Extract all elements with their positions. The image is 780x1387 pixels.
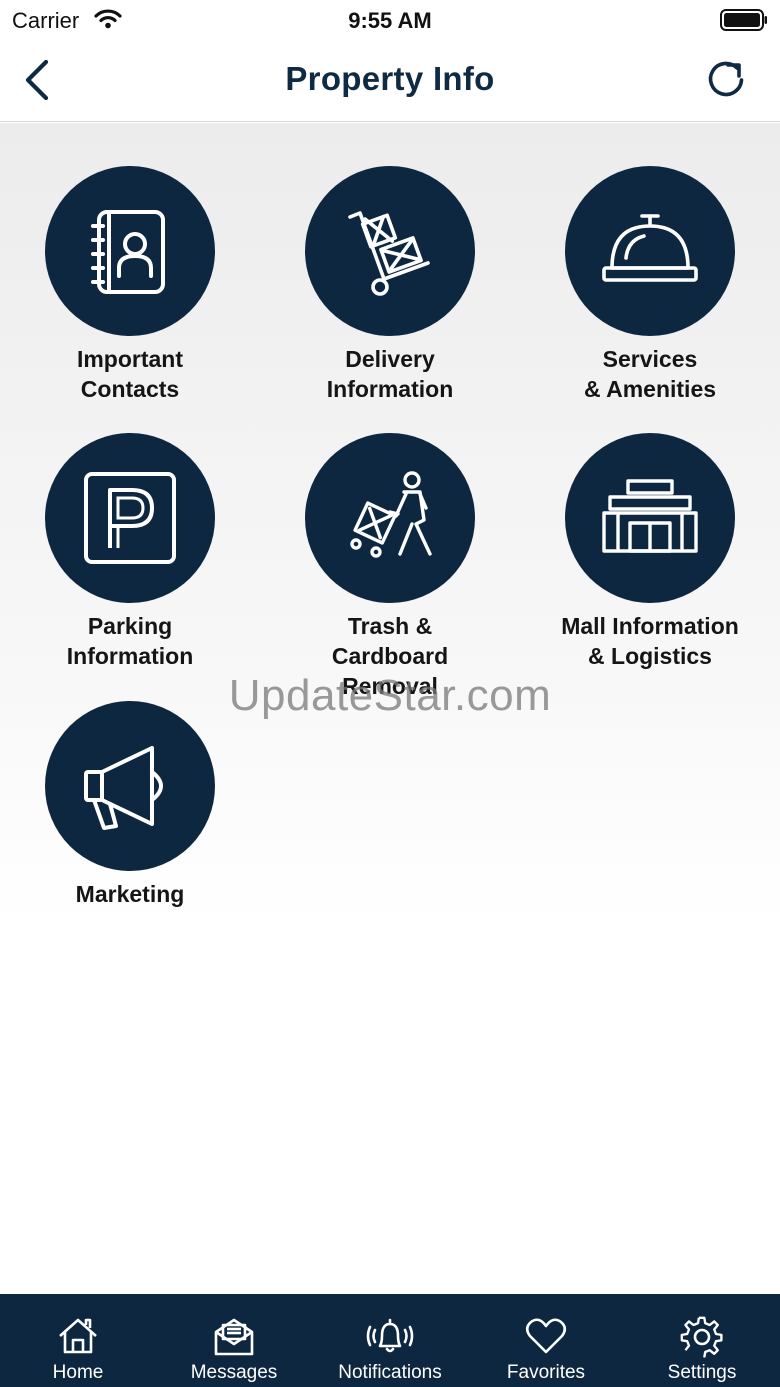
tile-label: Marketing: [75, 881, 185, 907]
service-bell-icon: [602, 214, 698, 282]
tile-circle: [305, 166, 475, 336]
tile-circle: [565, 166, 735, 336]
tile-parking-information[interactable]: Parking Information: [10, 433, 250, 671]
bell-icon: [366, 1316, 414, 1361]
megaphone-icon: [84, 746, 163, 830]
home-icon: [57, 1316, 99, 1361]
trash-cart-person-icon: [350, 471, 432, 558]
refresh-button[interactable]: [704, 56, 750, 102]
page-title: Property Info: [285, 60, 495, 97]
tile-circle: [565, 433, 735, 603]
navigation-bar: Property Info: [0, 40, 780, 122]
tile-label: Important Contacts: [76, 346, 184, 402]
tab-label: Favorites: [506, 1362, 586, 1383]
tab-label: Settings: [667, 1362, 737, 1383]
tile-label: Parking Information: [66, 613, 194, 669]
tile-circle: [45, 701, 215, 871]
status-bar: Carrier 9:55 AM: [0, 0, 780, 40]
tile-circle: [305, 433, 475, 603]
tab-notifications[interactable]: Notifications: [312, 1294, 468, 1387]
tile-trash-cardboard-removal[interactable]: Trash & Cardboard Removal: [270, 433, 510, 701]
mall-building-icon: [602, 479, 698, 553]
clock: 9:55 AM: [348, 8, 432, 33]
battery-icon: [720, 9, 768, 36]
tab-bar: Home Messages Notifications Favorites Se…: [0, 1294, 780, 1387]
envelope-icon: [213, 1316, 255, 1361]
tile-mall-information-logistics[interactable]: Mall Information & Logistics: [530, 433, 770, 671]
hand-truck-icon: [348, 211, 430, 296]
tab-home[interactable]: Home: [0, 1294, 156, 1387]
tab-label: Notifications: [338, 1362, 442, 1383]
tile-circle: [45, 166, 215, 336]
property-info-grid: Important Contacts Delivery Information: [0, 123, 780, 1294]
heart-icon: [525, 1316, 567, 1361]
address-book-icon: [91, 210, 165, 294]
tile-marketing[interactable]: Marketing: [10, 701, 250, 909]
tab-messages[interactable]: Messages: [156, 1294, 312, 1387]
watermark: UpdateStar.com: [228, 671, 552, 720]
tile-label: Mall Information & Logistics: [561, 613, 739, 669]
tab-label: Messages: [190, 1362, 278, 1383]
tile-label: Services & Amenities: [583, 346, 717, 402]
tile-services-amenities[interactable]: Services & Amenities: [530, 166, 770, 404]
refresh-icon: [708, 61, 744, 97]
tile-delivery-information[interactable]: Delivery Information: [270, 166, 510, 404]
parking-icon: [84, 472, 176, 564]
tile-important-contacts[interactable]: Important Contacts: [10, 166, 250, 404]
tab-settings[interactable]: Settings: [624, 1294, 780, 1387]
tile-circle: [45, 433, 215, 603]
tile-label: Delivery Information: [326, 346, 454, 402]
gear-icon: [680, 1316, 724, 1363]
tab-favorites[interactable]: Favorites: [468, 1294, 624, 1387]
tab-label: Home: [52, 1362, 104, 1383]
